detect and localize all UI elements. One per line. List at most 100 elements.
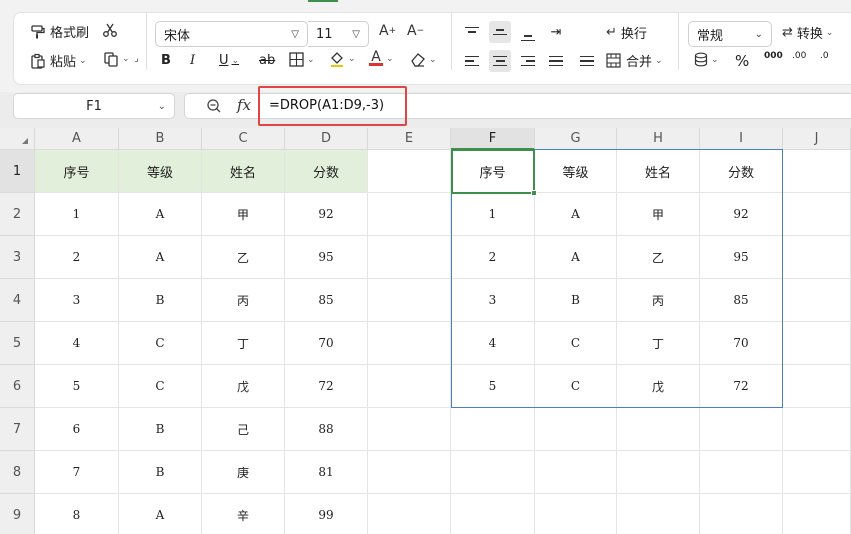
row-header-7[interactable]: 7 — [0, 408, 35, 451]
cell-h5[interactable]: 丁 — [617, 322, 700, 365]
cut-button[interactable] — [102, 22, 118, 38]
cell-b9[interactable]: A — [119, 494, 202, 534]
copy-button[interactable]: ⌄ ⌟ — [103, 51, 139, 67]
select-all-corner[interactable] — [0, 128, 35, 150]
column-header-h[interactable]: H — [617, 128, 700, 150]
cell-e2[interactable] — [368, 193, 451, 236]
cell-c6[interactable]: 戊 — [202, 365, 285, 408]
cell-i9[interactable] — [700, 494, 783, 534]
decrease-font-button[interactable]: A − — [407, 23, 424, 39]
cell-a4[interactable]: 3 — [35, 279, 119, 322]
cell-f8[interactable] — [451, 451, 535, 494]
column-header-b[interactable]: B — [119, 128, 202, 150]
increase-decimal-button[interactable]: .00 — [792, 51, 806, 61]
indent-button[interactable]: ⇥ — [545, 21, 567, 43]
cell-f3[interactable]: 2 — [451, 236, 535, 279]
cell-g3[interactable]: A — [535, 236, 617, 279]
cell-g6[interactable]: C — [535, 365, 617, 408]
row-header-4[interactable]: 4 — [0, 279, 35, 322]
thousands-separator-button[interactable]: 000 — [764, 51, 783, 61]
fill-handle[interactable] — [531, 190, 537, 196]
cell-i4[interactable]: 85 — [700, 279, 783, 322]
cell-c2[interactable]: 甲 — [202, 193, 285, 236]
cell-d5[interactable]: 70 — [285, 322, 368, 365]
cell-j9[interactable] — [783, 494, 851, 534]
cell-h4[interactable]: 丙 — [617, 279, 700, 322]
font-color-button[interactable]: A ⌄ — [369, 50, 394, 66]
cell-f6[interactable]: 5 — [451, 365, 535, 408]
convert-button[interactable]: ⇄ 转换 ⌄ — [782, 23, 833, 42]
column-header-i[interactable]: I — [700, 128, 783, 150]
cell-f9[interactable] — [451, 494, 535, 534]
align-top-button[interactable] — [461, 21, 483, 43]
cell-d2[interactable]: 92 — [285, 193, 368, 236]
row-header-6[interactable]: 6 — [0, 365, 35, 408]
cell-h7[interactable] — [617, 408, 700, 451]
cell-g5[interactable]: C — [535, 322, 617, 365]
clear-format-button[interactable]: ⌄ — [410, 52, 437, 67]
cell-j1[interactable] — [783, 150, 851, 193]
cell-a2[interactable]: 1 — [35, 193, 119, 236]
cell-j3[interactable] — [783, 236, 851, 279]
cell-i8[interactable] — [700, 451, 783, 494]
cell-j6[interactable] — [783, 365, 851, 408]
row-header-9[interactable]: 9 — [0, 494, 35, 534]
row-header-2[interactable]: 2 — [0, 193, 35, 236]
column-header-f[interactable]: F — [451, 128, 535, 150]
cell-b6[interactable]: C — [119, 365, 202, 408]
cell-e4[interactable] — [368, 279, 451, 322]
fill-color-button[interactable]: ⌄ — [329, 51, 356, 67]
underline-button[interactable]: U ⌄ — [219, 53, 239, 68]
column-header-d[interactable]: D — [285, 128, 368, 150]
cell-i6[interactable]: 72 — [700, 365, 783, 408]
bold-button[interactable]: B — [161, 53, 171, 68]
name-box[interactable]: F1 ⌄ — [13, 93, 175, 119]
cell-h3[interactable]: 乙 — [617, 236, 700, 279]
cell-b8[interactable]: B — [119, 451, 202, 494]
cell-h1[interactable]: 姓名 — [617, 150, 700, 193]
cell-j2[interactable] — [783, 193, 851, 236]
currency-button[interactable]: ⌄ — [694, 52, 719, 67]
cell-c1[interactable]: 姓名 — [202, 150, 285, 193]
cell-j7[interactable] — [783, 408, 851, 451]
cell-j8[interactable] — [783, 451, 851, 494]
cell-d1[interactable]: 分数 — [285, 150, 368, 193]
column-header-a[interactable]: A — [35, 128, 119, 150]
cell-a6[interactable]: 5 — [35, 365, 119, 408]
distributed-button[interactable] — [576, 50, 598, 72]
row-header-8[interactable]: 8 — [0, 451, 35, 494]
cell-g8[interactable] — [535, 451, 617, 494]
wrap-text-button[interactable]: ↵ 换行 — [606, 23, 647, 42]
number-format-select[interactable]: 常规 ⌄ — [688, 21, 772, 47]
column-header-g[interactable]: G — [535, 128, 617, 150]
cell-f4[interactable]: 3 — [451, 279, 535, 322]
cell-e7[interactable] — [368, 408, 451, 451]
cell-d9[interactable]: 99 — [285, 494, 368, 534]
row-header-3[interactable]: 3 — [0, 236, 35, 279]
cell-d7[interactable]: 88 — [285, 408, 368, 451]
column-header-e[interactable]: E — [368, 128, 451, 150]
column-header-c[interactable]: C — [202, 128, 285, 150]
borders-button[interactable]: ⌄ — [289, 52, 315, 67]
cell-d6[interactable]: 72 — [285, 365, 368, 408]
decrease-decimal-button[interactable]: .0 — [820, 51, 829, 61]
italic-button[interactable]: I — [190, 53, 195, 68]
cell-a8[interactable]: 7 — [35, 451, 119, 494]
cell-a1[interactable]: 序号 — [35, 150, 119, 193]
cell-c5[interactable]: 丁 — [202, 322, 285, 365]
justify-button[interactable] — [545, 50, 567, 72]
align-middle-button[interactable] — [489, 21, 511, 43]
cell-c8[interactable]: 庚 — [202, 451, 285, 494]
align-bottom-button[interactable] — [517, 21, 539, 43]
merge-button[interactable]: 合并 ⌄ — [606, 51, 663, 70]
cell-a5[interactable]: 4 — [35, 322, 119, 365]
cell-i3[interactable]: 95 — [700, 236, 783, 279]
cell-b5[interactable]: C — [119, 322, 202, 365]
font-size-select[interactable]: 11 ▽ — [308, 21, 369, 47]
cell-g1[interactable]: 等级 — [535, 150, 617, 193]
cell-d3[interactable]: 95 — [285, 236, 368, 279]
cell-c3[interactable]: 乙 — [202, 236, 285, 279]
cell-f2[interactable]: 1 — [451, 193, 535, 236]
cell-j4[interactable] — [783, 279, 851, 322]
cell-g2[interactable]: A — [535, 193, 617, 236]
